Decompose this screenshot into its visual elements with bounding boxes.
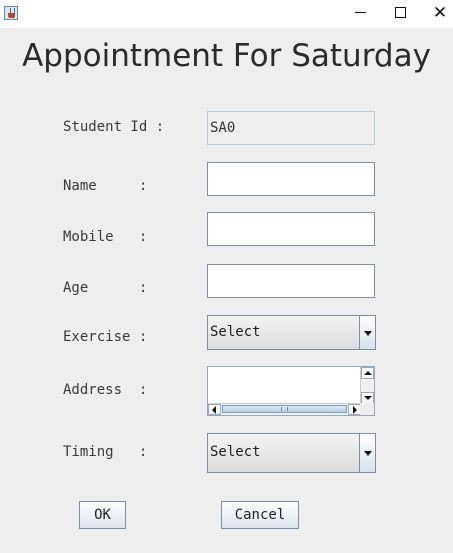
page-title: Appointment For Saturday [22,38,431,74]
address-textarea[interactable] [207,366,375,416]
maximize-icon [394,6,406,18]
exercise-selected-value: Select [210,324,261,340]
cancel-button[interactable]: Cancel [221,501,299,529]
scroll-up-button[interactable] [361,367,374,379]
arrow-down-icon [364,396,372,400]
close-button[interactable]: ✕ [420,0,453,28]
timing-dropdown[interactable]: Select [207,433,376,473]
address-label: Address : [63,382,148,398]
vertical-scrollbar[interactable] [360,367,374,404]
student-id-label: Student Id : [63,119,165,135]
age-label: Age : [63,280,148,296]
maximize-button[interactable] [380,0,420,28]
exercise-dropdown[interactable]: Select [207,315,376,350]
scroll-corner [360,403,374,415]
mobile-input[interactable] [207,212,375,246]
close-icon: ✕ [432,3,448,23]
name-label: Name : [63,178,148,194]
student-id-value: SA0 [210,120,236,136]
title-bar: ✕ [0,0,453,28]
grip-icon [281,407,288,411]
minimize-button[interactable] [340,0,380,28]
name-input[interactable] [207,162,375,196]
minimize-icon [354,12,366,13]
ok-button[interactable]: OK [79,501,126,529]
horizontal-scroll-thumb[interactable] [222,405,347,413]
timing-selected-value: Select [210,444,261,460]
arrow-up-icon [364,371,372,375]
timing-label: Timing : [63,444,148,460]
exercise-dropdown-button[interactable] [359,316,375,349]
exercise-label: Exercise : [63,329,148,345]
horizontal-scrollbar[interactable] [208,403,361,415]
age-input[interactable] [207,264,375,298]
java-cup-icon[interactable] [4,6,18,20]
arrow-right-icon [353,406,357,414]
chevron-down-icon [363,330,372,336]
timing-dropdown-button[interactable] [359,434,375,472]
mobile-label: Mobile : [63,229,148,245]
scroll-left-button[interactable] [208,404,221,415]
chevron-down-icon [363,451,372,456]
student-id-field: SA0 [207,111,375,145]
arrow-left-icon [212,406,216,414]
